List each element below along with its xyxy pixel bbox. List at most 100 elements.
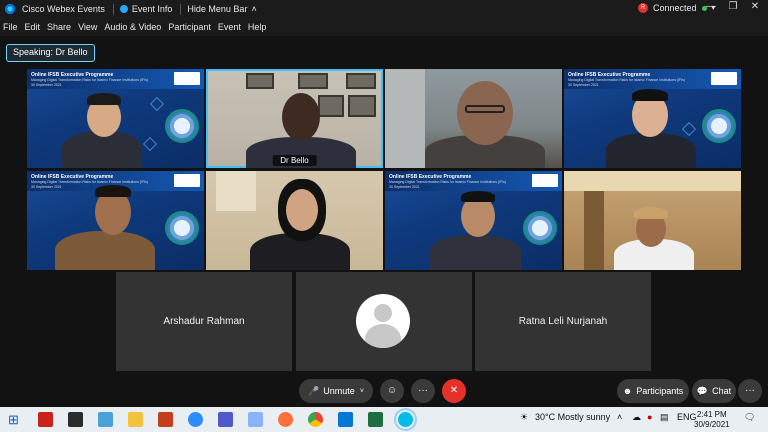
unmute-label: Unmute — [323, 386, 355, 396]
clock[interactable]: 2:41 PM 30/9/2021 — [694, 410, 730, 430]
restore-icon[interactable]: ❐ — [722, 1, 744, 12]
zoom-icon[interactable] — [188, 412, 203, 427]
video-tile-8[interactable] — [564, 171, 741, 270]
video-tile-5[interactable]: Online IFSB Executive Programme Managing… — [27, 171, 204, 270]
more-options-button[interactable]: ··· — [411, 379, 435, 403]
clock-time: 2:41 PM — [696, 410, 727, 419]
pillar — [584, 191, 604, 270]
wall-light — [216, 171, 256, 211]
slide-subtitle: Managing Digital Transformation Risks fo… — [389, 180, 507, 184]
participant-hair — [461, 191, 495, 202]
chrome-icon[interactable] — [308, 412, 323, 427]
participant-cap — [634, 207, 668, 219]
firefox-icon[interactable] — [278, 412, 293, 427]
participants-button[interactable]: ☻ Participants — [617, 379, 689, 403]
person-icon: ☻ — [622, 386, 633, 396]
event-info-label: Event Info — [131, 4, 173, 14]
wall-frame — [246, 73, 274, 89]
acrobat-icon[interactable] — [38, 412, 53, 427]
app-icon[interactable] — [248, 412, 263, 427]
chevron-down-icon[interactable]: ˅ — [360, 388, 364, 395]
clock-date: 30/9/2021 — [694, 420, 730, 429]
panel-more-button[interactable]: ··· — [738, 379, 762, 403]
window-light — [385, 69, 425, 168]
mic-muted-icon: 🎤 — [308, 385, 320, 396]
participant-tile-arshadur[interactable]: Arshadur Rahman — [116, 272, 292, 371]
participant-tile-ratna[interactable]: Ratna Leli Nurjanah — [475, 272, 651, 371]
participant-tile-no-video[interactable] — [296, 272, 472, 371]
slide-subtitle: Managing Digital Transformation Risks fo… — [31, 180, 149, 184]
webex-taskbar-icon[interactable] — [394, 408, 417, 431]
ifsb-logo — [174, 174, 200, 187]
status-label: Connected — [653, 3, 697, 13]
wall-frame — [318, 95, 344, 117]
wall-frame — [348, 95, 376, 117]
video-tile-4[interactable]: Online IFSB Executive Programme Managing… — [564, 69, 741, 168]
menu-view[interactable]: View — [78, 22, 97, 32]
close-icon[interactable]: ✕ — [744, 1, 766, 12]
menu-file[interactable]: File — [3, 22, 18, 32]
chat-button[interactable]: 💬 Chat — [692, 379, 736, 403]
menu-edit[interactable]: Edit — [25, 22, 41, 32]
wall-frame — [346, 73, 376, 89]
hex-pattern — [142, 136, 158, 152]
glasses — [465, 105, 505, 113]
network-icon[interactable]: ▤ — [660, 412, 669, 423]
video-tile-6[interactable] — [206, 171, 383, 270]
taskbar: ⊞ ☀ 30°C Mostly sunny ˄ ☁ ● ▤ ENG 2:41 P… — [0, 407, 768, 432]
file-explorer-icon[interactable] — [128, 412, 143, 427]
meeting-controls: 🎤 Unmute ˅ ☺ ··· ✕ ☻ Participants 💬 Chat… — [0, 379, 768, 405]
participant-face — [286, 189, 318, 231]
powerpoint-icon[interactable] — [158, 412, 173, 427]
app-icon[interactable] — [98, 412, 113, 427]
video-tile-1[interactable]: Online IFSB Executive Programme Managing… — [27, 69, 204, 168]
outlook-icon[interactable] — [338, 412, 353, 427]
globe-icon — [165, 109, 199, 143]
video-tile-7[interactable]: Online IFSB Executive Programme Managing… — [385, 171, 562, 270]
menu-help[interactable]: Help — [248, 22, 267, 32]
ifsb-logo — [711, 72, 737, 85]
hide-menu-bar-button[interactable]: Hide Menu Bar ˄ — [187, 4, 256, 14]
slide-subtitle: Managing Digital Transformation Risks fo… — [568, 78, 686, 82]
participant-body — [606, 133, 696, 168]
event-info-button[interactable]: Event Info — [119, 4, 173, 14]
video-tile-active-speaker[interactable]: Dr Bello — [206, 69, 383, 168]
slide-date: 30 September 2021 — [31, 83, 62, 87]
windows-start-icon[interactable]: ⊞ — [8, 412, 23, 427]
notification-icon[interactable]: 🗨 — [744, 412, 755, 423]
onedrive-icon[interactable]: ☁ — [632, 412, 641, 423]
participant-hair — [87, 93, 121, 105]
excel-icon[interactable] — [368, 412, 383, 427]
menu-share[interactable]: Share — [47, 22, 71, 32]
window-controls: — ❐ ✕ — [700, 1, 766, 12]
weather-label[interactable]: 30°C Mostly sunny — [535, 412, 610, 422]
hide-menu-label: Hide Menu Bar — [187, 4, 248, 14]
record-icon: R — [638, 3, 648, 13]
slide-subtitle: Managing Digital Transformation Risks fo… — [31, 78, 149, 82]
reactions-button[interactable]: ☺ — [380, 379, 404, 403]
chat-icon: 💬 — [696, 385, 709, 396]
unmute-button[interactable]: 🎤 Unmute ˅ — [299, 379, 373, 403]
chat-label: Chat — [712, 386, 732, 396]
leave-button[interactable]: ✕ — [442, 379, 466, 403]
divider — [180, 3, 182, 15]
chevron-up-icon[interactable]: ˄ — [617, 412, 622, 422]
slide-date: 30 September 2021 — [31, 185, 62, 189]
menu-audio-video[interactable]: Audio & Video — [104, 22, 161, 32]
store-icon[interactable] — [68, 412, 83, 427]
teams-icon[interactable] — [218, 412, 233, 427]
security-icon[interactable]: ● — [647, 412, 652, 422]
video-tile-3[interactable] — [385, 69, 562, 168]
menu-event[interactable]: Event — [218, 22, 241, 32]
menu-participant[interactable]: Participant — [168, 22, 211, 32]
participant-name: Arshadur Rahman — [163, 316, 245, 327]
weather-icon: ☀ — [520, 412, 529, 422]
participant-hair — [632, 89, 668, 101]
ifsb-logo — [532, 174, 558, 187]
speaking-indicator: Speaking: Dr Bello — [6, 44, 95, 62]
minimize-icon[interactable]: — — [700, 1, 722, 12]
globe-icon — [523, 211, 557, 245]
menu-bar: File Edit Share View Audio & Video Parti… — [0, 18, 768, 36]
app-title: Cisco Webex Events — [22, 4, 105, 14]
participants-label: Participants — [636, 386, 684, 396]
